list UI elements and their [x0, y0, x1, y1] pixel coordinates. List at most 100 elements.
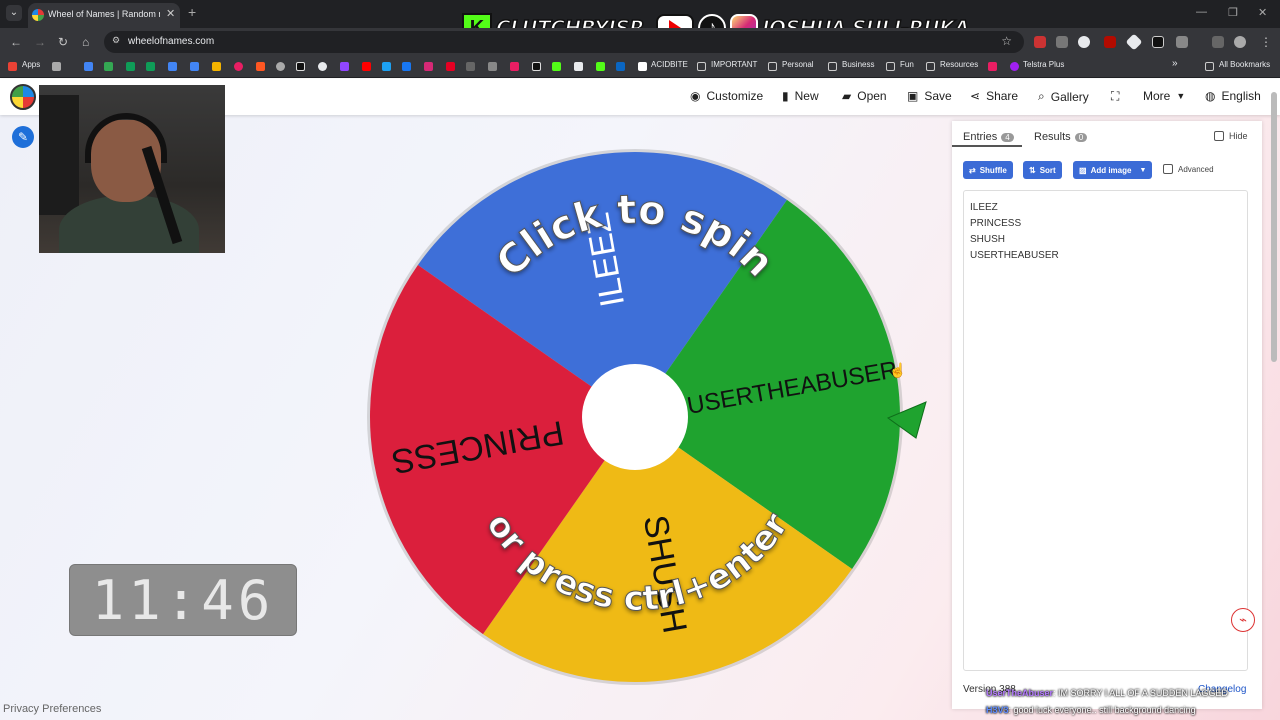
bookmark-star-icon[interactable]: ☆	[1001, 34, 1012, 48]
bookmark-acidbite[interactable]: ACIDBITE	[651, 60, 688, 69]
bookmark-icon[interactable]	[466, 62, 475, 71]
webcam-overlay	[39, 85, 225, 253]
omnibox[interactable]: ⚙ wheelofnames.com ☆	[104, 31, 1024, 53]
bookmark-folder-personal[interactable]: Personal	[782, 60, 814, 69]
entries-textarea[interactable]: ILEEZ PRINCESS SHUSH USERTHEABUSER	[963, 190, 1248, 671]
bookmark-icon[interactable]	[276, 62, 285, 71]
results-count-badge: 0	[1074, 132, 1088, 142]
hide-checkbox[interactable]	[1214, 131, 1224, 141]
bookmark-icon[interactable]	[126, 62, 135, 71]
browser-tab[interactable]: Wheel of Names | Random nam ✕	[28, 3, 180, 28]
tiktok-bookmark-icon[interactable]	[296, 62, 305, 71]
reload-icon[interactable]: ↻	[58, 35, 68, 49]
edit-pencil-icon[interactable]: ✎	[12, 126, 34, 148]
chat-text: : good luck everyone.. still background …	[1008, 705, 1196, 715]
add-image-button[interactable]: ▨ Add image ▼	[1073, 161, 1153, 179]
forward-icon[interactable]: →	[34, 35, 46, 49]
tab-results[interactable]: Results 0	[1034, 131, 1088, 143]
bookmark-icon[interactable]	[988, 62, 997, 71]
chat-message: H3V3: good luck everyone.. still backgro…	[986, 705, 1196, 715]
bookmark-icon[interactable]	[510, 62, 519, 71]
media-icon[interactable]	[1212, 36, 1224, 48]
new-label: New	[794, 89, 819, 103]
maximize-icon[interactable]: ❐	[1228, 6, 1238, 19]
bookmark-icon[interactable]	[190, 62, 199, 71]
pdf-icon[interactable]: ⌁	[1231, 608, 1255, 632]
privacy-preferences-link[interactable]: Privacy Preferences	[3, 703, 101, 715]
bookmark-icon[interactable]	[574, 62, 583, 71]
new-button[interactable]: ▮ New	[782, 89, 819, 103]
extension-icon[interactable]	[1056, 36, 1068, 48]
more-label: More	[1143, 89, 1171, 103]
bookmark-folder-important[interactable]: IMPORTANT	[711, 60, 757, 69]
site-info-icon[interactable]: ⚙	[112, 35, 120, 46]
sort-button[interactable]: ⇅ Sort	[1023, 161, 1062, 179]
pdf-extension-icon[interactable]	[1104, 36, 1116, 48]
bookmark-icon[interactable]	[212, 62, 221, 71]
advanced-checkbox[interactable]	[1163, 164, 1173, 174]
bookmark-icon[interactable]	[596, 62, 605, 71]
bookmark-apps[interactable]: Apps	[22, 60, 40, 69]
add-image-label: Add image	[1090, 165, 1132, 175]
puzzle-icon[interactable]	[1176, 36, 1188, 48]
fullscreen-button[interactable]: ⛶	[1111, 89, 1119, 104]
open-button[interactable]: ▰ Open	[842, 89, 887, 103]
bookmark-icon[interactable]	[382, 62, 391, 71]
bookmark-all-bookmarks[interactable]: All Bookmarks	[1219, 60, 1270, 69]
extension-icon[interactable]	[1078, 36, 1090, 48]
twitch-bookmark-icon[interactable]	[340, 62, 349, 71]
bookmark-icon[interactable]	[256, 62, 265, 71]
language-button[interactable]: ◍ English	[1205, 89, 1261, 103]
close-tab-icon[interactable]: ✕	[166, 7, 175, 20]
folder-icon	[886, 62, 895, 71]
bookmark-folder-fun[interactable]: Fun	[900, 60, 914, 69]
tab-search-button[interactable]: ⌄	[6, 5, 22, 21]
folder-icon	[768, 62, 777, 71]
bookmark-icon[interactable]	[234, 62, 243, 71]
more-button[interactable]: More ▼	[1143, 89, 1185, 103]
minimize-icon[interactable]: —	[1196, 6, 1207, 18]
bookmark-folder-resources[interactable]: Resources	[940, 60, 978, 69]
advanced-toggle[interactable]: Advanced	[1163, 164, 1214, 174]
bookmark-icon[interactable]	[146, 62, 155, 71]
share-button[interactable]: ⋖ Share	[970, 89, 1018, 103]
close-window-icon[interactable]: ✕	[1258, 6, 1267, 19]
instagram-bookmark-icon[interactable]	[424, 62, 433, 71]
save-button[interactable]: ▣ Save	[907, 89, 952, 103]
page-scrollbar[interactable]	[1271, 92, 1277, 362]
bookmark-icon[interactable]	[84, 62, 93, 71]
shuffle-button[interactable]: ⇄ Shuffle	[963, 161, 1013, 179]
bookmark-icon[interactable]	[168, 62, 177, 71]
more-bookmarks-icon[interactable]: »	[1172, 58, 1178, 69]
linkedin-bookmark-icon[interactable]	[616, 62, 625, 71]
bookmark-telstra-plus[interactable]: Telstra Plus	[1023, 60, 1064, 69]
x-bookmark-icon[interactable]	[532, 62, 541, 71]
back-icon[interactable]: ←	[10, 35, 22, 49]
bookmark-icon[interactable]	[488, 62, 497, 71]
facebook-bookmark-icon[interactable]	[402, 62, 411, 71]
new-tab-icon[interactable]: +	[188, 4, 196, 20]
extension-icon[interactable]	[1125, 33, 1143, 51]
youtube-bookmark-icon[interactable]	[362, 62, 371, 71]
profile-avatar[interactable]	[1234, 36, 1246, 48]
home-icon[interactable]: ⌂	[82, 35, 89, 49]
extension-icon[interactable]	[1034, 36, 1046, 48]
entry-line: PRINCESS	[970, 218, 1022, 229]
sort-label: Sort	[1039, 165, 1056, 175]
bookmark-icon[interactable]	[104, 62, 113, 71]
extension-icon[interactable]	[1152, 36, 1164, 48]
gallery-button[interactable]: ⌕ Gallery	[1038, 89, 1089, 104]
wheel[interactable]: ILEEZUSERTHEABUSERSHUSHPRINCESS Click to…	[360, 140, 930, 700]
kick-bookmark-icon[interactable]	[552, 62, 561, 71]
customize-button[interactable]: ◉ Customize	[690, 89, 763, 103]
tab-entries[interactable]: Entries 4	[963, 131, 1014, 143]
chrome-menu-icon[interactable]: ⋮	[1260, 35, 1272, 49]
bookmark-icon[interactable]	[446, 62, 455, 71]
bookmark-folder-business[interactable]: Business	[842, 60, 874, 69]
hide-label: Hide	[1229, 131, 1248, 141]
hide-toggle[interactable]: Hide	[1214, 131, 1248, 141]
clock-widget: 11:46	[69, 564, 297, 636]
bookmark-icon[interactable]	[318, 62, 327, 71]
grid-icon[interactable]	[52, 62, 61, 71]
site-logo[interactable]	[10, 84, 36, 110]
